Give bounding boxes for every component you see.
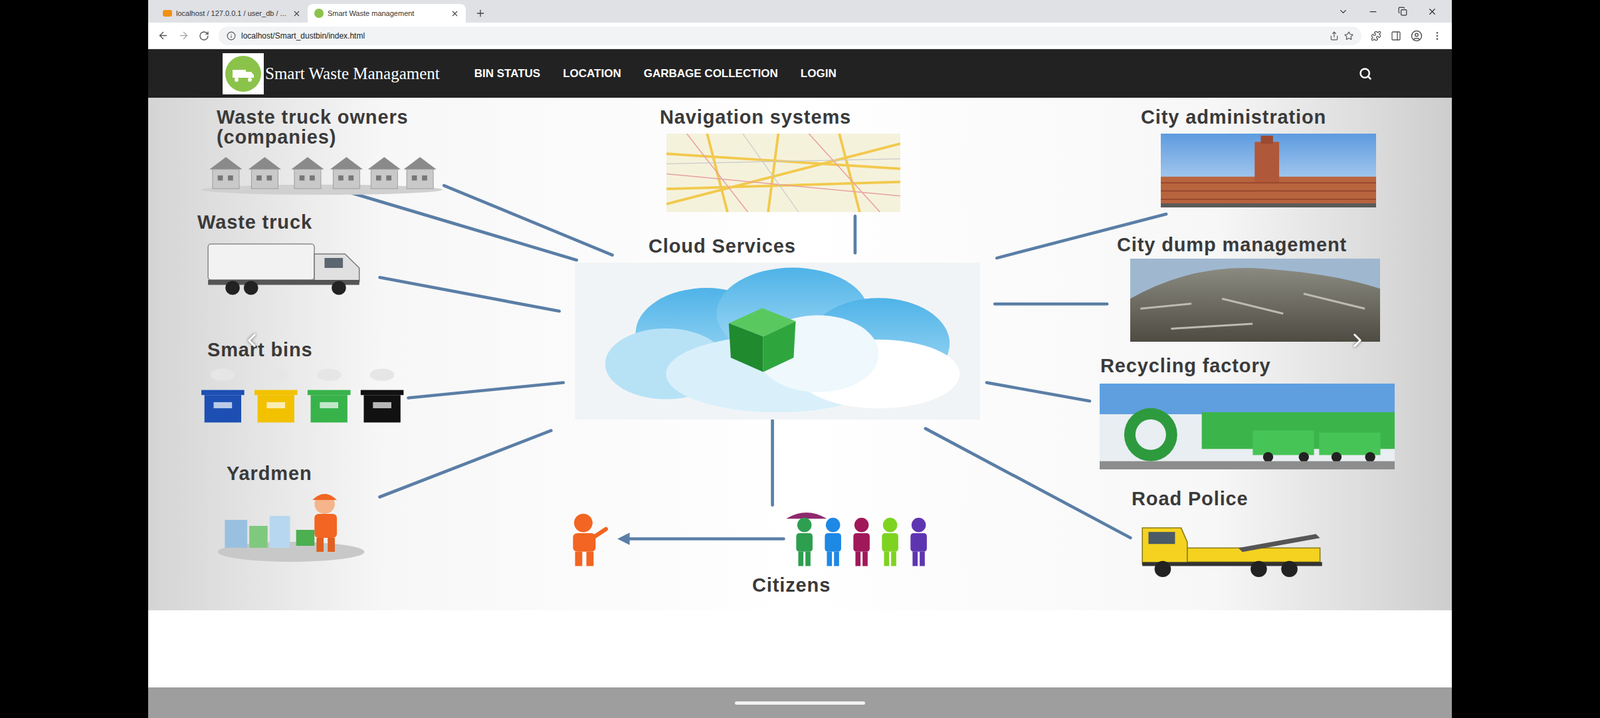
houses-icon (199, 150, 445, 195)
node-label: Waste truck (197, 211, 313, 232)
restore-icon[interactable] (1398, 6, 1408, 16)
nav-link[interactable]: LOGIN (800, 65, 837, 83)
address-bar: localhost/Smart_dustbin/index.html (148, 22, 1452, 50)
brand-name[interactable]: Smart Waste Managament (265, 61, 440, 87)
node-picture (199, 367, 407, 424)
nav-link[interactable]: BIN STATUS (474, 65, 541, 83)
tab-label: localhost / 127.0.0.1 / user_db / ... (176, 7, 289, 20)
tab-strip: localhost / 127.0.0.1 / user_db / ... Sma… (148, 0, 1452, 23)
minimize-icon[interactable] (1368, 6, 1379, 17)
page-blank-area (148, 609, 1452, 688)
recycling-factory-photo (1099, 383, 1395, 470)
nav-link[interactable]: GARBAGE COLLECTION (643, 65, 779, 83)
url-field[interactable]: localhost/Smart_dustbin/index.html (218, 26, 1362, 46)
side-panel-icon[interactable] (1390, 30, 1402, 42)
dump-photo (1130, 258, 1381, 342)
site-navbar: Smart Waste Managament BIN STATUS LOCATION… (148, 49, 1452, 98)
nav-link[interactable]: LOCATION (562, 65, 622, 83)
url-text: localhost/Smart_dustbin/index.html (241, 29, 365, 42)
node-label: Yardmen (226, 463, 313, 484)
node-label: Citizens (752, 574, 831, 595)
screen: localhost / 127.0.0.1 / user_db / ... Sma… (0, 0, 1600, 718)
search-icon[interactable] (1358, 67, 1373, 81)
carousel-prev[interactable] (238, 323, 266, 357)
node-label: Smart bins (207, 339, 313, 360)
node-picture (203, 235, 368, 296)
browser-tab[interactable]: localhost / 127.0.0.1 / user_db / ... (156, 3, 308, 23)
official-figure (564, 510, 608, 567)
back-icon[interactable] (157, 29, 169, 42)
menu-icon[interactable] (1431, 30, 1443, 42)
close-window-icon[interactable] (1427, 6, 1438, 17)
forward-icon[interactable] (178, 29, 190, 42)
node-label: City dump management (1116, 234, 1347, 255)
node-picture (1160, 133, 1377, 208)
official-figure-icon (564, 510, 608, 567)
tow-truck-icon (1136, 513, 1331, 579)
node-label: Recycling factory (1100, 355, 1272, 376)
close-tab-icon[interactable] (450, 9, 460, 18)
chevron-right-icon (1346, 328, 1369, 352)
node-picture (1136, 513, 1331, 579)
map-icon (666, 133, 901, 212)
cloud-icon (574, 262, 981, 420)
node-label: Road Police (1131, 488, 1249, 509)
node-label: City administration (1140, 106, 1327, 127)
reload-icon[interactable] (198, 30, 210, 42)
node-label: Navigation systems (659, 106, 852, 127)
share-icon[interactable] (1329, 31, 1339, 41)
favicon-icon (162, 9, 173, 17)
close-tab-icon[interactable] (292, 9, 301, 18)
citizens-icon (786, 510, 945, 567)
node-picture (666, 133, 901, 212)
node-picture (199, 150, 445, 195)
chevron-left-icon (240, 328, 264, 352)
logo[interactable] (222, 53, 264, 95)
waste-truck-icon (203, 235, 368, 296)
node-picture (1130, 258, 1381, 342)
home-indicator[interactable] (734, 700, 866, 705)
browser-window: localhost / 127.0.0.1 / user_db / ... Sma… (148, 0, 1452, 718)
tab-label: Smart Waste management (327, 7, 447, 20)
smart-bins-icon (199, 367, 407, 424)
nav-links: BIN STATUS LOCATION GARBAGE COLLECTION LOGI… (474, 65, 837, 83)
node-picture (1099, 383, 1395, 470)
carousel-next[interactable] (1344, 323, 1371, 357)
tab-search-icon[interactable] (1338, 6, 1349, 17)
node-picture (214, 489, 368, 562)
favicon-icon (314, 8, 324, 18)
cloud-label: Cloud Services (648, 235, 797, 256)
extensions-icon[interactable] (1370, 30, 1382, 42)
logo-truck-icon (224, 55, 262, 93)
city-hall-icon (1160, 133, 1377, 208)
diagram-slide: Waste truck owners (companies) Navigation… (148, 97, 1452, 610)
node-picture (786, 510, 945, 567)
yardman-icon (214, 489, 368, 562)
bookmark-icon[interactable] (1344, 31, 1354, 41)
new-tab-button[interactable] (465, 3, 496, 23)
gesture-bar (148, 687, 1452, 718)
plus-icon (475, 7, 486, 19)
profile-icon[interactable] (1410, 29, 1423, 42)
node-label: Waste truck owners (companies) (216, 106, 496, 148)
window-controls (1338, 0, 1452, 23)
site-info-icon[interactable] (226, 31, 236, 41)
browser-tab[interactable]: Smart Waste management (307, 3, 466, 23)
cloud-picture (574, 262, 981, 420)
